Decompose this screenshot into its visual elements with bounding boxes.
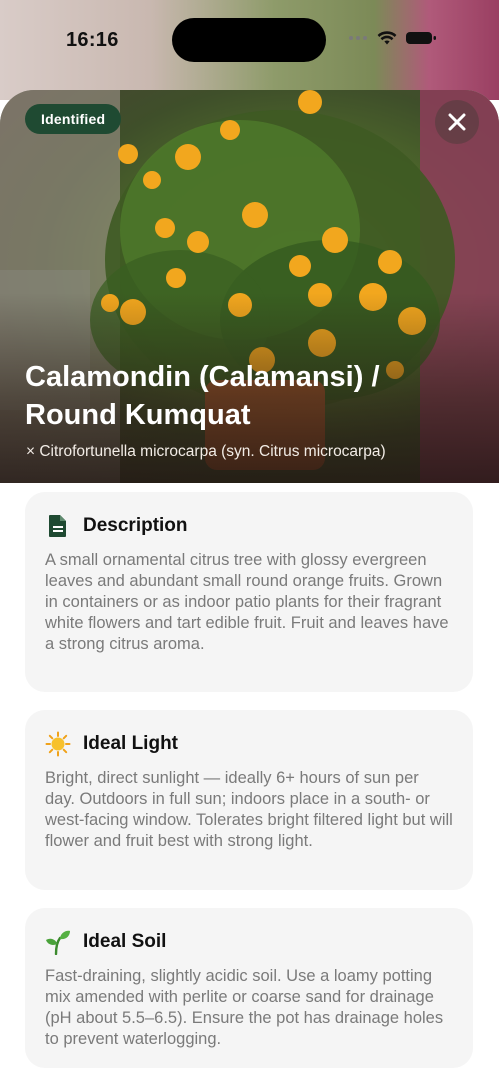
status-bar: 16:16 xyxy=(0,0,499,80)
ideal-light-title: Ideal Light xyxy=(83,733,178,754)
plant-common-name: Calamondin (Calamansi) / Round Kumquat xyxy=(25,361,380,431)
status-icons xyxy=(349,30,437,46)
plant-detail-sheet: Identified Calamondin (Calamansi) / Roun… xyxy=(0,90,499,1080)
ideal-light-text: Bright, direct sunlight — ideally 6+ hou… xyxy=(45,769,453,850)
dynamic-island xyxy=(172,18,326,62)
seedling-icon xyxy=(45,929,71,955)
description-title: Description xyxy=(83,515,188,536)
description-text: A small ornamental citrus tree with glos… xyxy=(45,551,449,653)
wifi-icon xyxy=(377,31,397,45)
battery-icon xyxy=(406,32,436,44)
identified-badge: Identified xyxy=(25,104,122,134)
plant-hero-image: Identified Calamondin (Calamansi) / Roun… xyxy=(0,90,499,483)
status-time: 16:16 xyxy=(66,29,119,51)
plant-scientific-name: × Citrofortunella microcarpa (syn. Citru… xyxy=(26,443,386,460)
sun-icon xyxy=(45,731,71,757)
ideal-soil-text: Fast-draining, slightly acidic soil. Use… xyxy=(45,967,444,1048)
ideal-light-card: Ideal Light Bright, direct sunlight — id… xyxy=(25,710,473,890)
close-icon xyxy=(448,113,466,131)
signal-dots-icon xyxy=(349,35,369,41)
close-button[interactable] xyxy=(435,100,479,144)
ideal-soil-title: Ideal Soil xyxy=(83,931,167,952)
description-card: Description A small ornamental citrus tr… xyxy=(25,492,473,692)
document-icon xyxy=(45,513,71,539)
ideal-soil-card: Ideal Soil Fast-draining, slightly acidi… xyxy=(25,908,473,1068)
